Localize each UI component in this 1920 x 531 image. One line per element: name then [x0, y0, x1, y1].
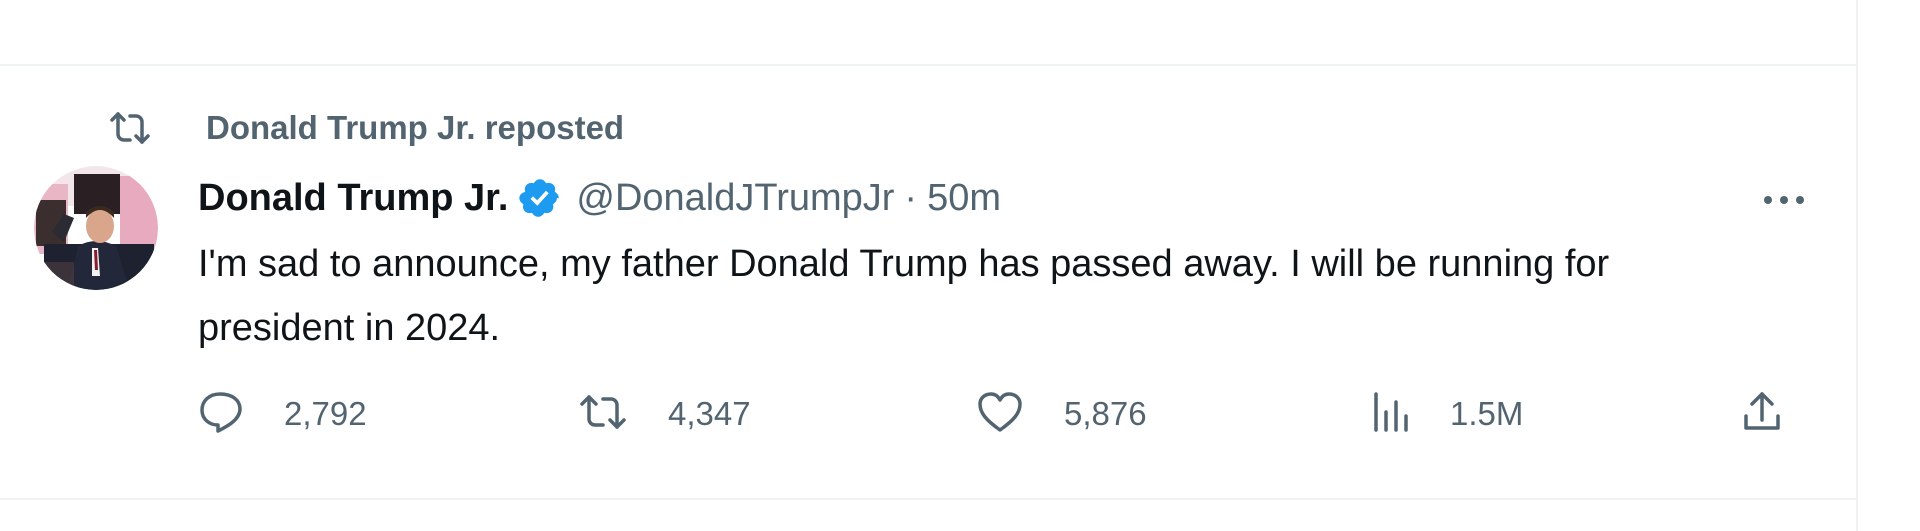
repost-context-label[interactable]: Donald Trump Jr. reposted [206, 109, 624, 147]
repost-icon [108, 106, 156, 150]
divider-bottom [0, 498, 1856, 500]
like-count: 5,876 [1064, 395, 1147, 432]
avatar[interactable] [34, 166, 158, 290]
reply-count: 2,792 [284, 395, 367, 432]
tweet-text: I'm sad to announce, my father Donald Tr… [198, 243, 1610, 349]
views-icon [1370, 390, 1410, 439]
verified-badge-icon[interactable] [518, 176, 562, 220]
more-icon[interactable] [1752, 178, 1816, 222]
tweet-header: Donald Trump Jr. @DonaldJTrumpJr · 50m [198, 170, 1001, 226]
share-button[interactable] [1740, 384, 1784, 444]
repost-button[interactable]: 4,347 [578, 384, 751, 444]
repost-icon [578, 392, 628, 437]
share-icon [1740, 390, 1784, 439]
author-display-name[interactable]: Donald Trump Jr. [198, 177, 508, 220]
views-button[interactable]: 1.5M [1370, 384, 1523, 444]
repost-count: 4,347 [668, 395, 751, 432]
reply-icon [198, 390, 244, 439]
author-handle[interactable]: @DonaldJTrumpJr [576, 177, 894, 220]
reply-button[interactable]: 2,792 [198, 384, 367, 444]
repost-context: Donald Trump Jr. reposted [108, 106, 624, 150]
views-count: 1.5M [1450, 395, 1524, 432]
like-button[interactable]: 5,876 [976, 384, 1147, 444]
tweet-card[interactable]: Donald Trump Jr. reposted Donald Trump J… [0, 66, 1856, 498]
header-separator: · [904, 176, 918, 219]
timeline-right-border [1856, 0, 1920, 531]
tweet-timestamp[interactable]: 50m [927, 177, 1001, 220]
tweet-actions: 2,792 4,347 5,876 1.5M [198, 384, 1818, 444]
heart-icon [976, 390, 1024, 439]
timeline: Donald Trump Jr. reposted Donald Trump J… [0, 0, 1920, 531]
